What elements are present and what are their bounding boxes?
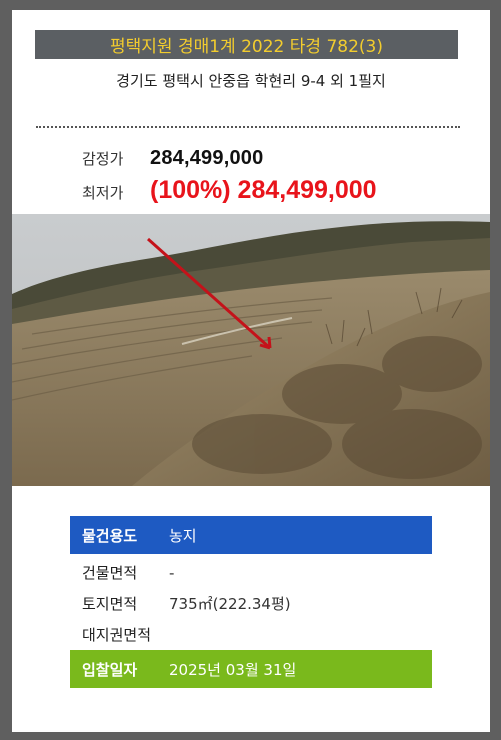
bid-date-label: 입찰일자 — [82, 660, 138, 679]
land-area-value: 735㎡(222.34평) — [169, 595, 291, 613]
building-area-value: - — [169, 563, 175, 582]
case-title: 평택지원 경매1계 2022 타경 782(3) — [35, 30, 458, 59]
minimum-value: (100%) 284,499,000 — [150, 176, 377, 204]
land-area-row: 토지면적 735㎡(222.34평) — [70, 588, 432, 619]
minimum-price-row: 최저가 (100%) 284,499,000 — [82, 176, 377, 205]
land-right-area-label: 대지권면적 — [82, 626, 152, 644]
appraisal-price-row: 감정가 284,499,000 — [82, 147, 263, 170]
building-area-row: 건물면적 - — [70, 557, 432, 588]
property-details: 물건용도 농지 건물면적 - 토지면적 735㎡(222.34평) 대지권면적 … — [70, 516, 432, 688]
property-address: 경기도 평택시 안중읍 학현리 9-4 외 1필지 — [116, 72, 386, 90]
appraisal-value: 284,499,000 — [150, 147, 264, 169]
usage-label: 물건용도 — [82, 526, 138, 545]
appraisal-label: 감정가 — [82, 150, 124, 168]
bid-date-value: 2025년 03월 31일 — [169, 660, 297, 679]
farmland-photo-image — [12, 214, 490, 486]
building-area-label: 건물면적 — [82, 564, 138, 582]
bid-date-row: 입찰일자 2025년 03월 31일 — [70, 650, 432, 688]
property-photo — [12, 214, 490, 486]
dotted-divider — [36, 126, 460, 128]
land-right-area-row: 대지권면적 — [70, 619, 432, 650]
usage-row: 물건용도 농지 — [70, 516, 432, 554]
land-area-label: 토지면적 — [82, 595, 138, 613]
minimum-label: 최저가 — [82, 184, 124, 202]
usage-value: 농지 — [169, 526, 197, 545]
auction-card: 평택지원 경매1계 2022 타경 782(3) 경기도 평택시 안중읍 학현리… — [12, 10, 490, 732]
